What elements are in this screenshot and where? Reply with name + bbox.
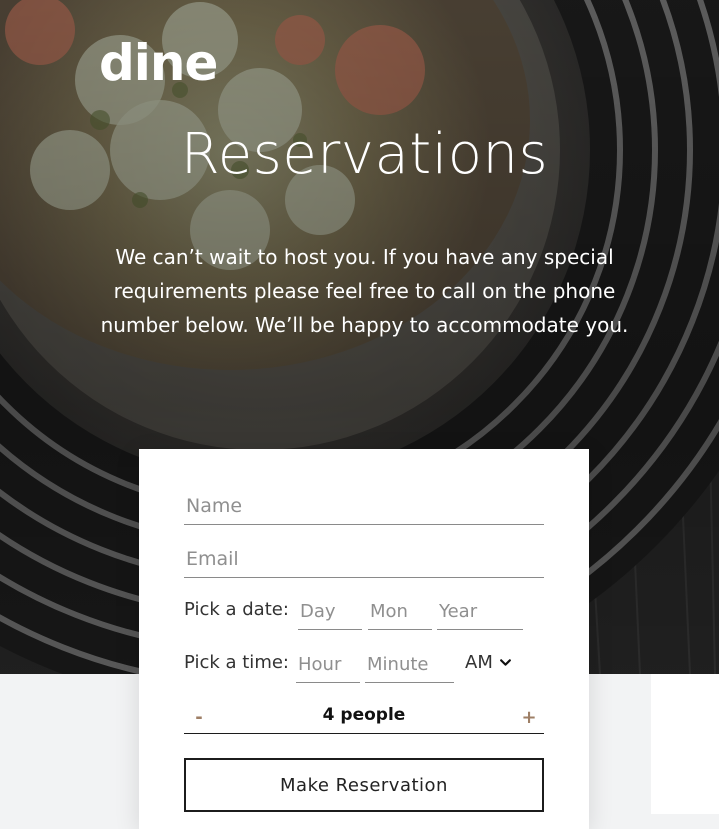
minute-input[interactable]: [365, 648, 454, 680]
am-pm-select[interactable]: AM: [465, 652, 512, 673]
people-count: 4 people: [322, 705, 406, 725]
increase-people-button[interactable]: +: [514, 704, 544, 732]
decrease-people-button[interactable]: -: [184, 704, 214, 732]
reservation-form: Pick a date: Pick a time: AM - 4 people …: [139, 449, 589, 829]
hour-field: [296, 648, 360, 683]
email-input[interactable]: [184, 543, 544, 575]
year-field: [437, 595, 523, 630]
day-field: [298, 595, 362, 630]
date-picker-row: Pick a date:: [184, 595, 544, 631]
minute-field: [365, 648, 454, 683]
year-input[interactable]: [437, 595, 523, 627]
chevron-down-icon: [499, 659, 511, 666]
people-stepper: - 4 people +: [184, 703, 544, 734]
day-input[interactable]: [298, 595, 362, 627]
page-title: Reservations: [180, 122, 549, 187]
brand-logo[interactable]: dine: [99, 34, 218, 92]
name-input[interactable]: [184, 490, 544, 522]
bottom-panel: [651, 674, 719, 814]
make-reservation-button[interactable]: Make Reservation: [184, 758, 544, 812]
name-field: [184, 490, 544, 525]
hour-input[interactable]: [296, 648, 360, 680]
month-field: [368, 595, 432, 630]
time-picker-row: Pick a time: AM: [184, 648, 544, 684]
email-field: [184, 543, 544, 578]
intro-text: We can’t wait to host you. If you have a…: [100, 245, 629, 337]
time-label: Pick a time:: [184, 652, 289, 673]
am-pm-value: AM: [465, 652, 493, 673]
date-label: Pick a date:: [184, 599, 289, 620]
month-input[interactable]: [368, 595, 432, 627]
